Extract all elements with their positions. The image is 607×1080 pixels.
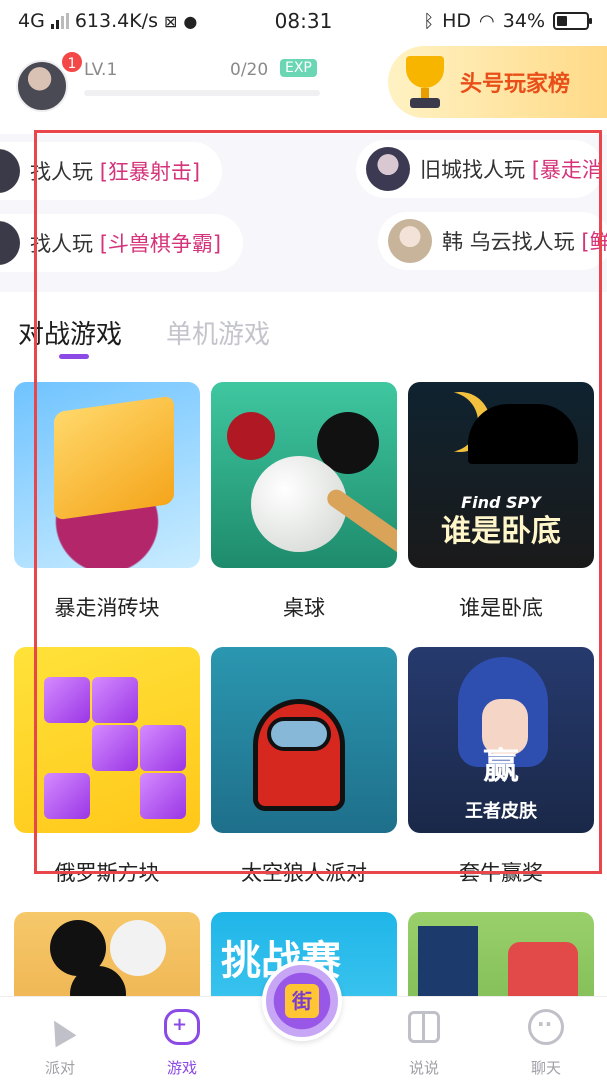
thumbnail-subtitle: 王者皮肤 — [465, 801, 537, 822]
game-tag: [鲜 — [581, 230, 607, 254]
player-avatar — [388, 219, 432, 263]
game-name: 套牛赢奖 — [459, 861, 543, 885]
status-bar: 4G 613.4K/s ⊠ ● 08:31 ᛒ HD ◠ 34% — [0, 0, 607, 42]
game-card[interactable]: Find SPY 谁是卧底 谁是卧底 — [408, 382, 594, 622]
find-text: 旧城找人玩 — [420, 158, 525, 182]
game-thumbnail — [14, 382, 200, 568]
find-player-card[interactable]: 韩 乌云找人玩 [鲜 — [378, 212, 607, 270]
player-avatar — [0, 221, 20, 265]
game-tag: [斗兽棋争霸] — [99, 232, 222, 256]
chat-bubble-icon — [528, 1009, 564, 1045]
hd-indicator: HD — [442, 10, 472, 32]
signal-icon — [50, 13, 69, 29]
nav-chat[interactable]: 聊天 — [506, 1009, 586, 1078]
notification-badge: 1 — [60, 50, 84, 74]
game-thumbnail — [211, 382, 397, 568]
player-avatar — [366, 147, 410, 191]
tab-single-player-games[interactable]: 单机游戏 — [166, 314, 270, 351]
game-thumbnail: Find SPY 谁是卧底 — [408, 382, 594, 568]
game-card[interactable]: 赢 王者皮肤 套牛赢奖 — [408, 647, 594, 887]
street-center-button[interactable]: 街 — [262, 961, 342, 1041]
gamepad-icon — [164, 1009, 200, 1045]
tab-battle-games[interactable]: 对战游戏 — [18, 314, 122, 351]
grid-icon — [406, 1009, 442, 1045]
game-name: 桌球 — [283, 596, 325, 620]
game-thumbnail: 赢 王者皮肤 — [408, 647, 594, 833]
nav-games[interactable]: 游戏 — [142, 1009, 222, 1078]
user-level: LV.1 — [84, 60, 118, 80]
find-player-card[interactable]: 找人玩 [狂暴射击] — [0, 142, 223, 200]
party-popper-icon — [42, 1009, 78, 1045]
nav-party[interactable]: 派对 — [20, 1009, 100, 1078]
game-thumbnail — [14, 647, 200, 833]
game-card[interactable]: 俄罗斯方块 — [14, 647, 200, 887]
ranking-label: 头号玩家榜 — [460, 72, 571, 97]
find-text: 找人玩 — [30, 232, 93, 256]
game-card[interactable]: 暴走消砖块 — [14, 382, 200, 622]
network-type: 4G — [18, 10, 45, 32]
bottom-navigation: 派对 游戏 街 说说 聊天 — [0, 961, 607, 1080]
thumbnail-title: 赢 — [482, 746, 519, 787]
battery-icon — [553, 12, 592, 30]
wifi-icon: ◠ — [479, 10, 495, 32]
exp-progress-bar — [84, 90, 320, 96]
status-right: ᛒ HD ◠ 34% — [423, 10, 592, 32]
street-icon: 街 — [285, 984, 319, 1018]
game-name: 俄罗斯方块 — [54, 861, 160, 885]
game-tag: [暴走消 — [531, 158, 603, 182]
bluetooth-icon: ᛒ — [423, 10, 435, 32]
nav-moments[interactable]: 说说 — [384, 1009, 464, 1078]
active-tab-indicator — [59, 354, 89, 359]
find-player-card[interactable]: 旧城找人玩 [暴走消 — [356, 140, 603, 198]
player-avatar — [0, 149, 20, 193]
game-tag: [狂暴射击] — [99, 160, 201, 184]
exp-progress-text: 0/20 — [230, 60, 269, 80]
nfc-icon: ⊠ — [163, 11, 178, 31]
find-text: 韩 乌云找人玩 — [442, 230, 575, 254]
game-name: 太空狼人派对 — [241, 861, 367, 885]
nav-label: 派对 — [44, 1059, 75, 1077]
user-header: 1 LV.1 0/20 EXP 头号玩家榜 — [0, 42, 607, 134]
nav-label: 聊天 — [530, 1059, 561, 1077]
trophy-icon — [398, 52, 452, 112]
top-player-ranking-button[interactable]: 头号玩家榜 — [388, 46, 607, 118]
game-name: 暴走消砖块 — [54, 596, 160, 620]
status-left: 4G 613.4K/s ⊠ ● — [18, 10, 197, 32]
game-category-tabs: 对战游戏 单机游戏 — [0, 292, 607, 364]
nav-label: 游戏 — [166, 1059, 197, 1077]
battery-fill — [557, 16, 567, 26]
thumbnail-title: 谁是卧底 — [441, 514, 561, 549]
find-player-card[interactable]: 找人玩 [斗兽棋争霸] — [0, 214, 244, 272]
game-card[interactable]: 太空狼人派对 — [211, 647, 397, 887]
game-card[interactable]: 桌球 — [211, 382, 397, 622]
network-speed: 613.4K/s — [74, 10, 158, 32]
exp-tag: EXP — [280, 59, 317, 77]
find-players-feed: 找人玩 [狂暴射击] 旧城找人玩 [暴走消 找人玩 [斗兽棋争霸] 韩 乌云找人… — [0, 134, 607, 292]
battery-percent: 34% — [502, 10, 545, 32]
user-avatar[interactable] — [16, 60, 68, 112]
nav-label: 说说 — [408, 1059, 439, 1077]
message-icon: ● — [183, 11, 198, 31]
game-thumbnail — [211, 647, 397, 833]
find-text: 找人玩 — [30, 160, 93, 184]
game-name: 谁是卧底 — [459, 596, 543, 620]
